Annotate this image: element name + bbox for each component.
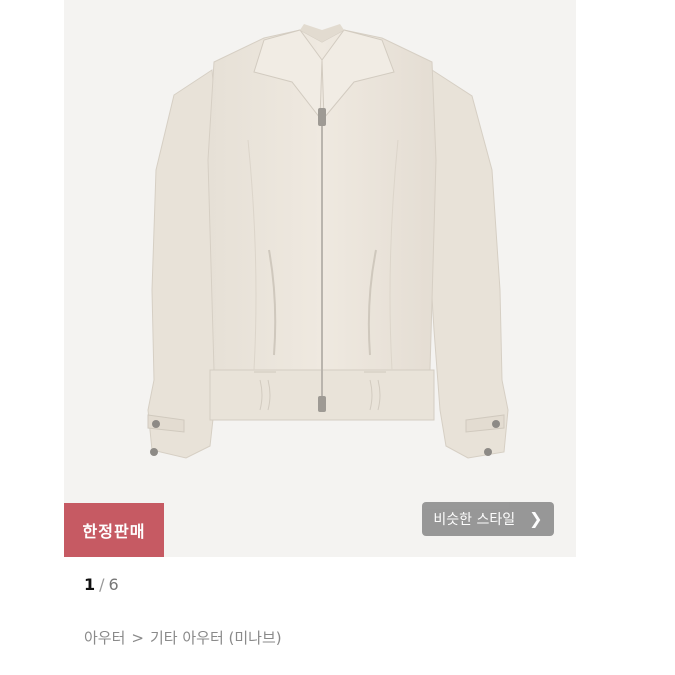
breadcrumb-item-outer[interactable]: 아우터 <box>84 629 125 647</box>
limited-sale-label: 한정판매 <box>82 522 146 541</box>
breadcrumb: 아우터 > 기타 아우터 (미나브) <box>84 627 282 648</box>
similar-style-label: 비슷한 스타일 <box>433 512 516 528</box>
chevron-right-icon: ❯ <box>529 509 543 528</box>
product-image-gallery[interactable]: 한정판매 비슷한 스타일 ❯ <box>64 0 576 557</box>
pager-total: 6 <box>108 575 119 594</box>
similar-style-button[interactable]: 비슷한 스타일 ❯ <box>422 502 554 536</box>
breadcrumb-separator: > <box>131 629 144 647</box>
pager-current: 1 <box>84 575 96 594</box>
breadcrumb-item-other-outer[interactable]: 기타 아우터 (미나브) <box>150 629 282 647</box>
pager-separator: / <box>99 575 105 594</box>
product-detail-page: 한정판매 비슷한 스타일 ❯ 1/6 아우터 > 기타 아우터 (미나브) <box>0 0 675 675</box>
limited-sale-badge: 한정판매 <box>64 503 164 557</box>
image-pager: 1/6 <box>84 575 119 594</box>
product-image[interactable] <box>64 0 576 557</box>
